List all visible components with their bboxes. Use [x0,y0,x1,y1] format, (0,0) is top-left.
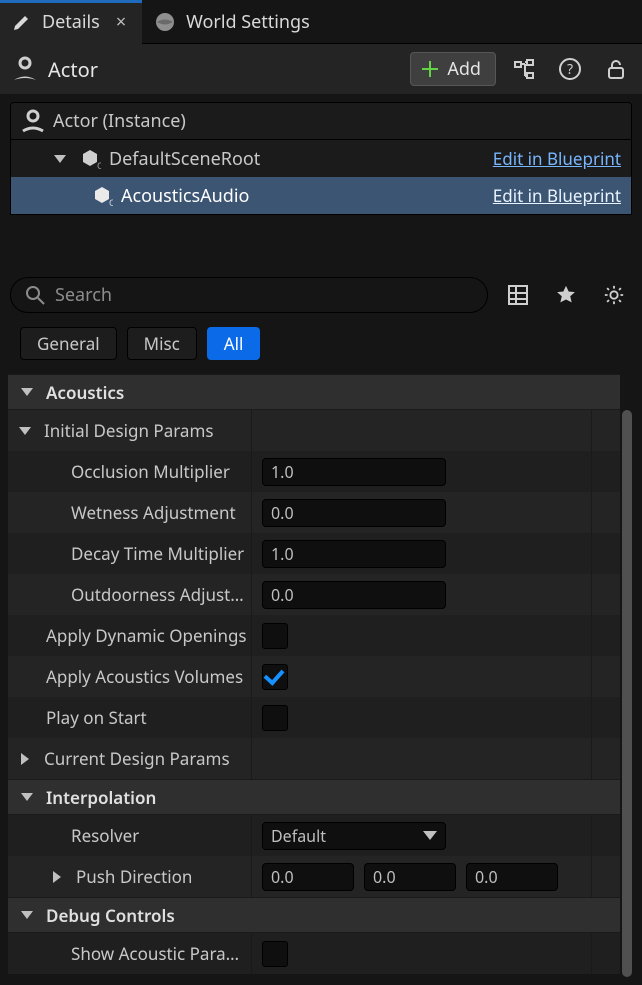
component-root-row[interactable]: C DefaultSceneRoot Edit in Blueprint [11,140,631,177]
row-resolver: Resolver Default [8,815,620,856]
row-show-acoustic-params: Show Acoustic Paramet… [8,933,620,974]
outdoorness-input[interactable] [262,581,446,609]
row-wetness-adjustment: Wetness Adjustment [8,492,620,533]
edit-in-blueprint-link[interactable]: Edit in Blueprint [493,147,621,170]
component-instance-label: Actor (Instance) [53,109,186,133]
expand-toggle[interactable] [16,904,38,926]
row-label: Resolver [71,824,139,847]
row-label: Apply Dynamic Openings [46,624,247,647]
search-input-wrapper[interactable] [10,277,488,313]
edit-in-blueprint-link[interactable]: Edit in Blueprint [493,184,621,207]
actor-icon [12,56,38,82]
filter-all[interactable]: All [207,327,261,360]
lock-open-icon[interactable] [598,51,634,87]
expand-toggle[interactable] [46,866,68,888]
row-label: Wetness Adjustment [71,501,236,524]
category-acoustics[interactable]: Acoustics [8,374,620,410]
decay-input[interactable] [262,540,446,568]
row-play-on-start: Play on Start [8,697,620,738]
wetness-input[interactable] [262,499,446,527]
component-instance-header[interactable]: Actor (Instance) [11,103,631,140]
svg-text:C: C [97,159,101,170]
svg-text:C: C [109,196,113,207]
row-decay-multiplier: Decay Time Multiplier [8,533,620,574]
tab-details[interactable]: Details × [0,0,142,44]
expand-toggle[interactable] [49,148,71,170]
show-acoustic-params-checkbox[interactable] [262,941,288,967]
details-table: Acoustics Initial Design Params Occlusio… [8,374,620,985]
row-occlusion-multiplier: Occlusion Multiplier [8,451,620,492]
row-label: Initial Design Params [44,419,214,442]
category-interpolation[interactable]: Interpolation [8,779,620,815]
filter-chip-row: General Misc All [20,327,642,360]
row-label: Push Direction [76,865,192,888]
push-z-input[interactable] [466,863,558,891]
category-label: Acoustics [46,381,124,404]
row-label: Occlusion Multiplier [71,460,230,483]
component-child-label: AcousticsAudio [121,184,249,208]
page-title: Actor [48,56,400,83]
row-label: Apply Acoustics Volumes [46,665,243,688]
tab-world-label: World Settings [186,10,310,34]
resolver-select[interactable]: Default [262,822,446,850]
dynamic-openings-checkbox[interactable] [262,623,288,649]
acoustics-volumes-checkbox[interactable] [262,664,288,690]
search-row [10,277,632,313]
occlusion-input[interactable] [262,458,446,486]
chevron-down-icon [423,831,437,840]
plus-icon [421,60,439,78]
row-label: Decay Time Multiplier [71,542,244,565]
add-button-label: Add [447,57,481,81]
row-apply-dynamic-openings: Apply Dynamic Openings [8,615,620,656]
hierarchy-icon[interactable] [506,51,542,87]
component-root-label: DefaultSceneRoot [109,147,260,171]
filter-misc[interactable]: Misc [127,327,197,360]
help-icon[interactable]: ? [552,51,588,87]
category-label: Debug Controls [46,904,175,927]
pencil-icon [12,12,32,32]
favorite-icon[interactable] [548,277,584,313]
push-y-input[interactable] [364,863,456,891]
scene-component-icon: C [91,185,113,207]
row-outdoorness-adjustment: Outdoorness Adjustment [8,574,620,615]
row-label: Current Design Params [44,747,230,770]
row-push-direction: Push Direction [8,856,620,897]
title-bar: Actor Add ? [0,44,642,94]
tab-bar: Details × World Settings [0,0,642,44]
expand-toggle[interactable] [16,381,38,403]
globe-icon [154,11,176,33]
tab-world-settings[interactable]: World Settings [142,0,326,44]
gear-icon[interactable] [596,277,632,313]
vertical-scrollbar[interactable] [622,410,632,977]
push-x-input[interactable] [262,863,354,891]
filter-general[interactable]: General [20,327,117,360]
close-icon[interactable]: × [116,10,126,34]
add-button[interactable]: Add [410,52,496,86]
row-label: Show Acoustic Paramet… [71,942,251,965]
expand-toggle[interactable] [16,786,38,808]
resolver-value: Default [271,825,326,847]
search-input[interactable] [55,283,473,307]
search-icon [25,285,45,305]
category-debug-controls[interactable]: Debug Controls [8,897,620,933]
row-label: Outdoorness Adjustment [71,583,251,606]
component-child-row[interactable]: C AcousticsAudio Edit in Blueprint [11,177,631,214]
category-label: Interpolation [46,786,156,809]
tab-details-label: Details [42,10,100,34]
row-label: Play on Start [46,706,147,729]
component-tree: Actor (Instance) C DefaultSceneRoot Edit… [10,102,632,215]
expand-toggle[interactable] [14,748,36,770]
row-apply-acoustics-volumes: Apply Acoustics Volumes [8,656,620,697]
actor-icon [21,109,45,133]
row-initial-design-params[interactable]: Initial Design Params [8,410,620,451]
row-current-design-params[interactable]: Current Design Params [8,738,620,779]
matrix-view-icon[interactable] [500,277,536,313]
svg-text:?: ? [567,60,573,79]
expand-toggle[interactable] [14,420,36,442]
play-on-start-checkbox[interactable] [262,705,288,731]
scene-component-icon: C [79,148,101,170]
